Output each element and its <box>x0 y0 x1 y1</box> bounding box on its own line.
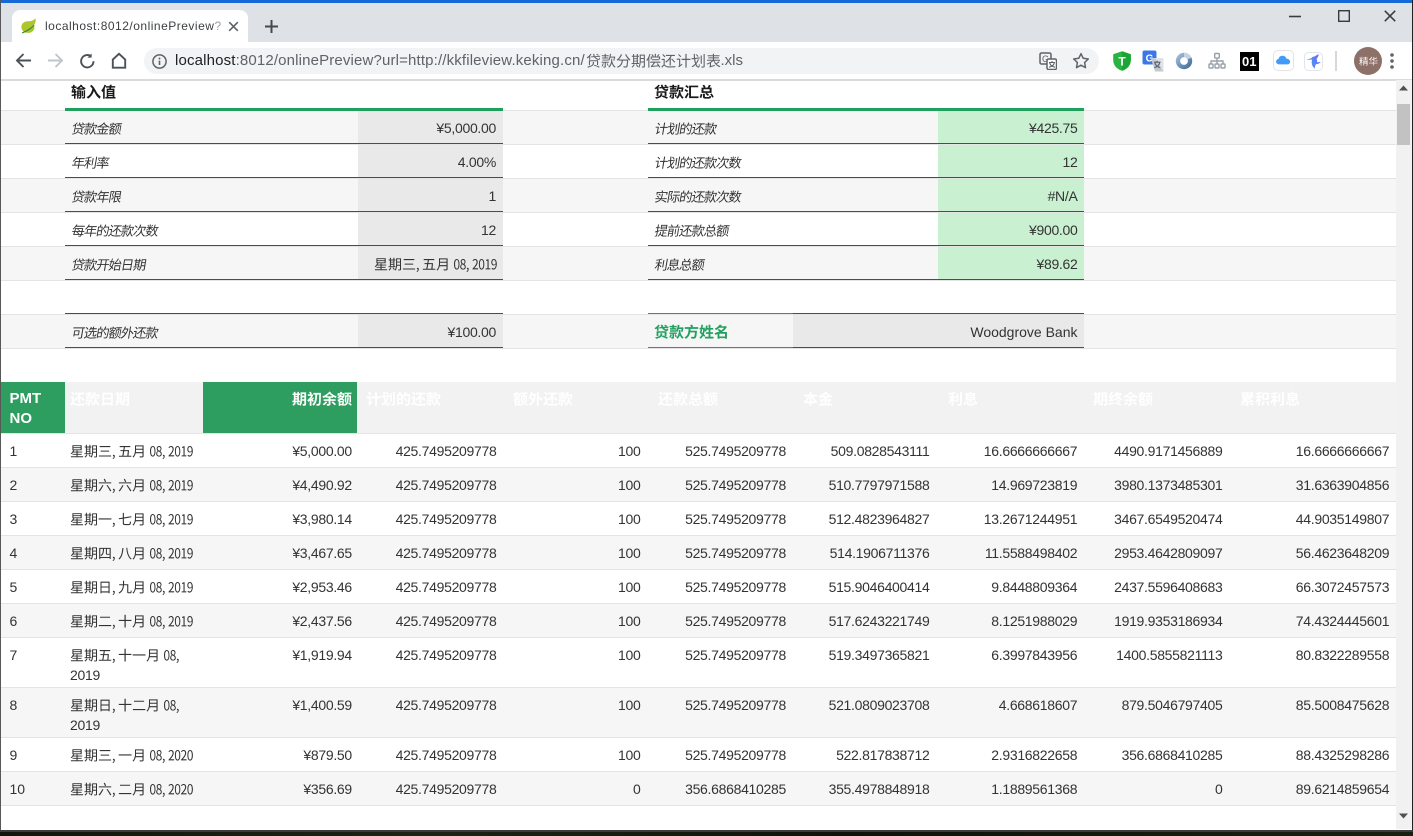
svg-text:T: T <box>1118 55 1126 69</box>
